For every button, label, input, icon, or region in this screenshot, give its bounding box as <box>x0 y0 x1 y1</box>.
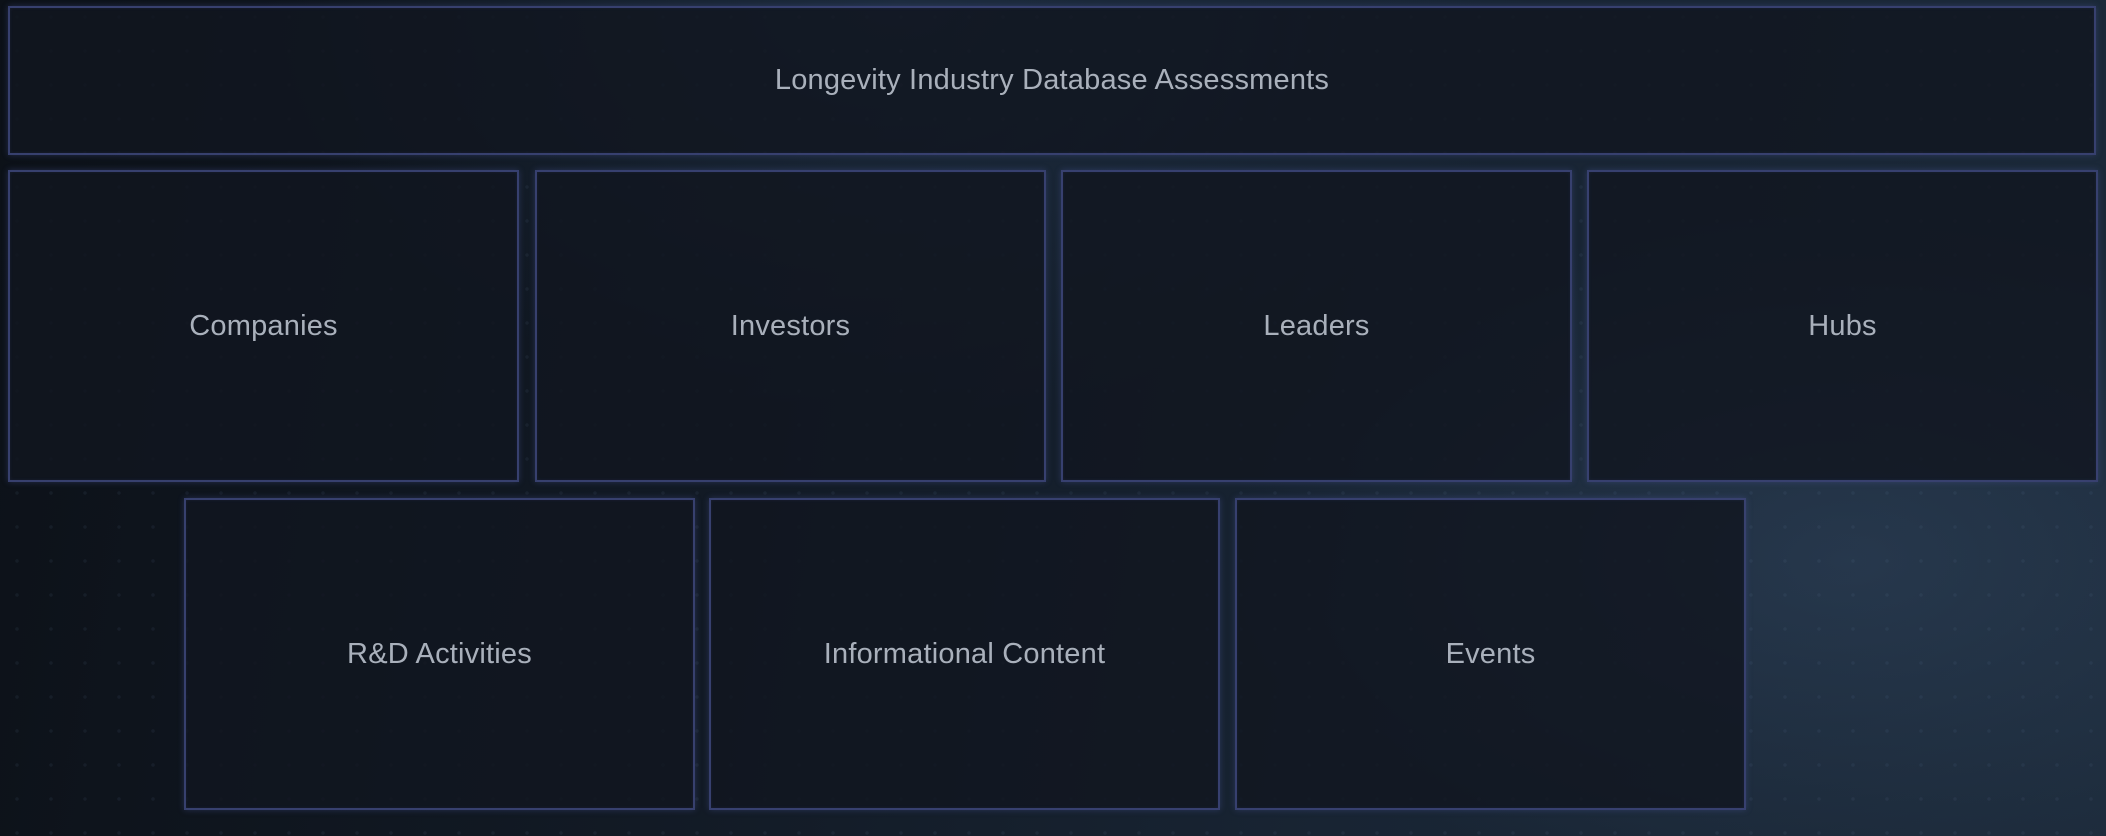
category-label: Informational Content <box>823 637 1106 670</box>
category-label: Events <box>1445 637 1536 670</box>
category-label: Leaders <box>1263 309 1370 342</box>
category-tile-companies[interactable]: Companies <box>8 170 519 482</box>
category-tile-rnd-activities[interactable]: R&D Activities <box>184 498 695 810</box>
category-tile-investors[interactable]: Investors <box>535 170 1046 482</box>
page-title: Longevity Industry Database Assessments <box>774 64 1330 96</box>
category-tile-hubs[interactable]: Hubs <box>1587 170 2098 482</box>
category-tile-informational-content[interactable]: Informational Content <box>709 498 1220 810</box>
category-tile-leaders[interactable]: Leaders <box>1061 170 1572 482</box>
category-label: Companies <box>189 309 338 342</box>
category-label: Investors <box>730 309 851 342</box>
page-title-banner[interactable]: Longevity Industry Database Assessments <box>8 6 2096 155</box>
category-tile-events[interactable]: Events <box>1235 498 1746 810</box>
category-label: Hubs <box>1808 309 1877 342</box>
category-label: R&D Activities <box>347 637 532 670</box>
